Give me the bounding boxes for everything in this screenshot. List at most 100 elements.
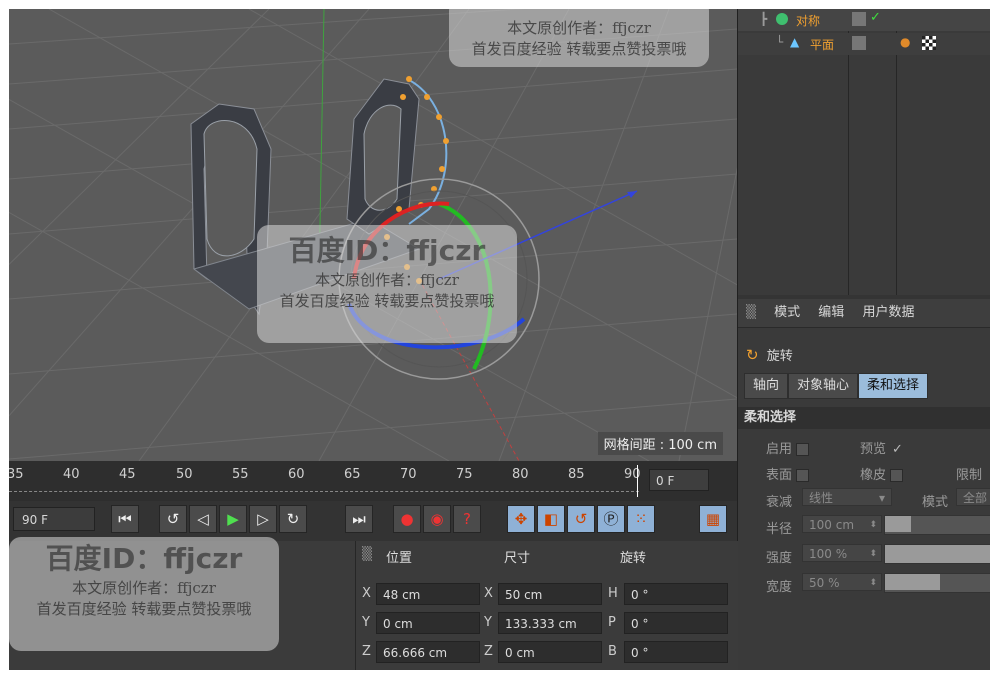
- rotation-p-field[interactable]: 0 °: [624, 612, 728, 634]
- rotate-key-button[interactable]: ↺: [567, 505, 595, 533]
- menu-edit[interactable]: 编辑: [818, 305, 844, 320]
- point-tag-icon[interactable]: ●: [900, 35, 910, 49]
- width-field[interactable]: 50 % ⬍: [802, 573, 882, 591]
- next-key-button[interactable]: ↻: [279, 505, 307, 533]
- axis-label: Y: [484, 615, 492, 630]
- strength-label: 强度: [766, 551, 793, 566]
- rubber-checkbox[interactable]: [890, 469, 904, 482]
- end-frame-field[interactable]: 90 F: [13, 507, 95, 531]
- prev-key-button[interactable]: ↺: [159, 505, 187, 533]
- object-row-plane[interactable]: └ ▲ 平面 ●: [738, 33, 990, 55]
- position-x-field[interactable]: 48 cm: [376, 583, 480, 605]
- menu-userdata[interactable]: 用户数据: [862, 305, 914, 320]
- watermark-note: 首发百度经验 转载要点赞投票哦: [36, 600, 252, 618]
- attribute-menubar: ▒ 模式 编辑 用户数据: [738, 299, 990, 328]
- rubber-label: 橡皮: [860, 464, 904, 483]
- app-window: 网格间距 : 100 cm ┣ 对称 ✓ └ ▲ 平面 ● ▒ 模式 编辑 用户…: [9, 9, 990, 670]
- timeline-ruler: [9, 491, 639, 493]
- strength-slider[interactable]: [884, 544, 990, 564]
- enable-checkbox[interactable]: [796, 443, 810, 456]
- layer-icon[interactable]: [852, 36, 866, 50]
- point-level-button[interactable]: ⁙: [627, 505, 655, 533]
- go-to-start-button[interactable]: ⏮: [111, 505, 139, 533]
- radius-slider[interactable]: [884, 515, 990, 535]
- position-header: 位置: [386, 551, 413, 566]
- strength-field[interactable]: 100 % ⬍: [802, 544, 882, 562]
- enable-label: 启用: [766, 438, 810, 457]
- autokey-button[interactable]: ◉: [423, 505, 451, 533]
- rotation-b-field[interactable]: 0 °: [624, 641, 728, 663]
- enabled-check-icon[interactable]: ✓: [870, 10, 881, 25]
- object-name: 平面: [810, 38, 835, 52]
- scale-key-button[interactable]: ◧: [537, 505, 565, 533]
- surface-checkbox[interactable]: [796, 469, 810, 482]
- move-key-button[interactable]: ✥: [507, 505, 535, 533]
- playhead[interactable]: [637, 465, 638, 497]
- object-row-symmetry[interactable]: ┣ 对称 ✓: [738, 9, 990, 31]
- watermark-id: 百度ID：ffjczr: [45, 542, 243, 575]
- menu-mode[interactable]: 模式: [774, 305, 800, 320]
- mode-select[interactable]: 全部: [956, 488, 990, 506]
- size-header: 尺寸: [504, 551, 531, 566]
- watermark-center: 百度ID：ffjczr 本文原创作者：ffjczr 首发百度经验 转载要点赞投票…: [257, 229, 517, 311]
- tick-label: 35: [9, 467, 24, 482]
- go-to-end-button[interactable]: ⏭: [345, 505, 373, 533]
- tab-soft-selection[interactable]: 柔和选择: [858, 373, 929, 399]
- tick-label: 60: [288, 467, 305, 482]
- tick-label: 85: [568, 467, 585, 482]
- axis-label: Z: [484, 644, 493, 659]
- axis-label: X: [362, 586, 371, 601]
- watermark-id: 百度ID：ffjczr: [288, 234, 486, 267]
- layer-icon[interactable]: [852, 12, 866, 26]
- tab-object-axis[interactable]: 对象轴心: [788, 373, 859, 399]
- surface-label: 表面: [766, 464, 810, 483]
- transport-bar: 90 F ⏮ ↺ ◁ ▶ ▷ ↻ ⏭ ● ◉ ? ✥ ◧ ↺ Ⓟ ⁙ ▦: [9, 501, 737, 541]
- texture-tag-icon[interactable]: [922, 36, 936, 50]
- limit-label: 限制: [956, 468, 983, 483]
- axis-label: Z: [362, 644, 371, 659]
- radius-field[interactable]: 100 cm ⬍: [802, 515, 882, 533]
- preview-label: 预览 ✓: [860, 442, 903, 457]
- tree-branch-icon: ┣: [760, 12, 768, 26]
- current-frame-field[interactable]: 0 F: [649, 469, 709, 491]
- rotation-h-field[interactable]: 0 °: [624, 583, 728, 605]
- tick-label: 50: [176, 467, 193, 482]
- next-frame-button[interactable]: ▷: [249, 505, 277, 533]
- width-slider[interactable]: [884, 573, 990, 593]
- symmetry-icon: [776, 13, 788, 25]
- tick-label: 40: [63, 467, 80, 482]
- play-button[interactable]: ▶: [219, 505, 247, 533]
- size-x-field[interactable]: 50 cm: [498, 583, 602, 605]
- size-z-field[interactable]: 0 cm: [498, 641, 602, 663]
- help-button[interactable]: ?: [453, 505, 481, 533]
- attribute-manager: ▒ 模式 编辑 用户数据 ↻ 旋转 轴向 对象轴心 柔和选择 柔和选择 启用 预…: [738, 299, 990, 670]
- position-z-field[interactable]: 66.666 cm: [376, 641, 480, 663]
- watermark-author: 本文原创作者：ffjczr: [507, 19, 651, 37]
- falloff-label: 衰减: [766, 495, 793, 510]
- preview-checkbox[interactable]: ✓: [892, 442, 903, 457]
- mode-label: 模式: [922, 495, 949, 510]
- axis-label: H: [608, 586, 618, 601]
- right-panel: ┣ 对称 ✓ └ ▲ 平面 ● ▒ 模式 编辑 用户数据 ↻ 旋转 轴向 对象轴…: [737, 9, 990, 670]
- tick-label: 80: [512, 467, 529, 482]
- timeline-window-button[interactable]: ▦: [699, 505, 727, 533]
- prev-frame-button[interactable]: ◁: [189, 505, 217, 533]
- tick-label: 55: [232, 467, 249, 482]
- width-label: 宽度: [766, 580, 793, 595]
- tick-label: 90: [624, 467, 641, 482]
- axis-label: X: [484, 586, 493, 601]
- param-key-button[interactable]: Ⓟ: [597, 505, 625, 533]
- position-y-field[interactable]: 0 cm: [376, 612, 480, 634]
- tab-axis[interactable]: 轴向: [744, 373, 789, 399]
- axis-label: P: [608, 615, 616, 630]
- record-button[interactable]: ●: [393, 505, 421, 533]
- radius-label: 半径: [766, 522, 793, 537]
- watermark-author: 本文原创作者：ffjczr: [72, 579, 216, 597]
- rotate-icon: ↻: [746, 346, 759, 364]
- object-title-label: 旋转: [766, 349, 793, 364]
- watermark-note: 首发百度经验 转载要点赞投票哦: [279, 292, 495, 310]
- timeline[interactable]: 35 40 45 50 55 60 65 70 75 80 85 90 0 F: [9, 461, 737, 501]
- size-y-field[interactable]: 133.333 cm: [498, 612, 602, 634]
- tick-label: 65: [344, 467, 361, 482]
- falloff-select[interactable]: 线性 ▾: [802, 488, 892, 506]
